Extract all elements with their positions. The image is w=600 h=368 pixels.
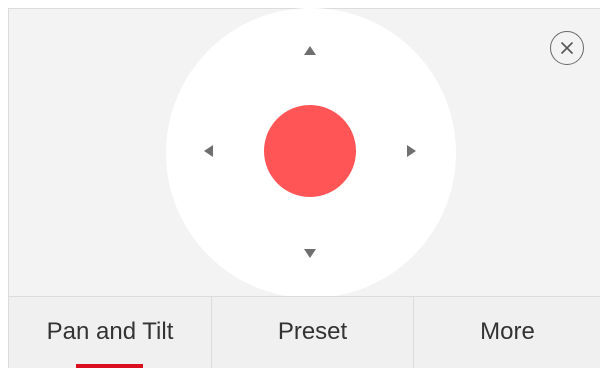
direction-pad — [166, 8, 456, 298]
tab-label: Preset — [277, 318, 348, 345]
arrow-right-icon[interactable] — [407, 145, 416, 157]
close-button[interactable] — [550, 31, 584, 65]
arrow-up-icon[interactable] — [304, 46, 316, 55]
center-button[interactable] — [264, 105, 356, 197]
bottom-tab-bar: Pan and Tilt Preset More — [8, 296, 600, 368]
close-icon — [561, 42, 573, 54]
tab-more[interactable]: More — [413, 297, 600, 368]
active-tab-indicator — [76, 364, 143, 368]
tab-label: Pan and Tilt — [46, 318, 174, 345]
arrow-left-icon[interactable] — [204, 145, 213, 157]
tab-label: More — [480, 318, 535, 345]
tab-preset[interactable]: Preset — [211, 297, 413, 368]
arrow-down-icon[interactable] — [304, 249, 316, 258]
tab-pan-and-tilt[interactable]: Pan and Tilt — [9, 297, 211, 368]
ptz-control-screen: Pan and Tilt Preset More — [0, 0, 600, 368]
